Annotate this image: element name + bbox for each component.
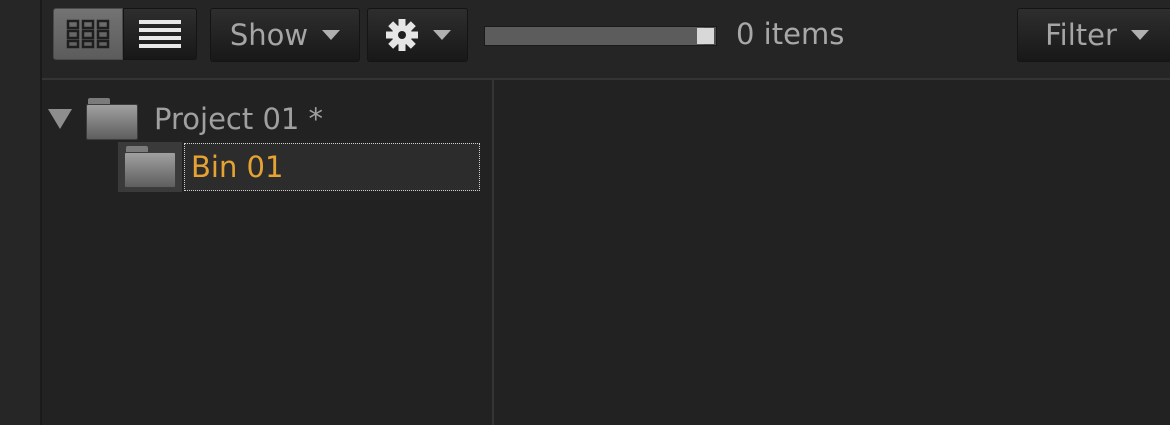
project-label: Project 01 * — [154, 102, 324, 136]
grid-view-button[interactable] — [53, 8, 123, 60]
folder-icon — [124, 146, 176, 188]
toolbar: Show 0 items Filter — [42, 0, 1170, 80]
bin-label[interactable]: Bin 01 — [184, 143, 480, 191]
slider-thumb[interactable] — [697, 28, 714, 44]
caret-down-icon — [432, 30, 451, 40]
caret-down-icon — [1130, 30, 1149, 40]
left-edge-panel — [0, 0, 42, 425]
bin-tree-panel: Project 01 * Bin 01 — [42, 80, 494, 425]
expand-triangle-icon[interactable] — [48, 109, 72, 129]
settings-dropdown-button[interactable] — [367, 8, 468, 62]
filter-dropdown-button[interactable]: Filter — [1017, 8, 1170, 62]
grid-icon — [66, 19, 110, 49]
show-label: Show — [229, 18, 309, 52]
thumbnail-size-slider[interactable] — [484, 26, 717, 46]
list-view-button[interactable] — [123, 8, 197, 60]
caret-down-icon — [322, 30, 341, 40]
filter-label: Filter — [1045, 18, 1117, 52]
gear-icon — [385, 19, 418, 51]
show-dropdown-button[interactable]: Show — [210, 8, 360, 62]
bin-content-area[interactable] — [494, 80, 1170, 425]
folder-icon — [86, 98, 138, 140]
list-icon — [139, 20, 181, 48]
tree-item-project[interactable]: Project 01 * — [48, 96, 323, 142]
tree-item-bin[interactable]: Bin 01 — [118, 142, 480, 192]
slider-fill — [485, 27, 705, 45]
items-count: 0 items — [736, 17, 845, 51]
